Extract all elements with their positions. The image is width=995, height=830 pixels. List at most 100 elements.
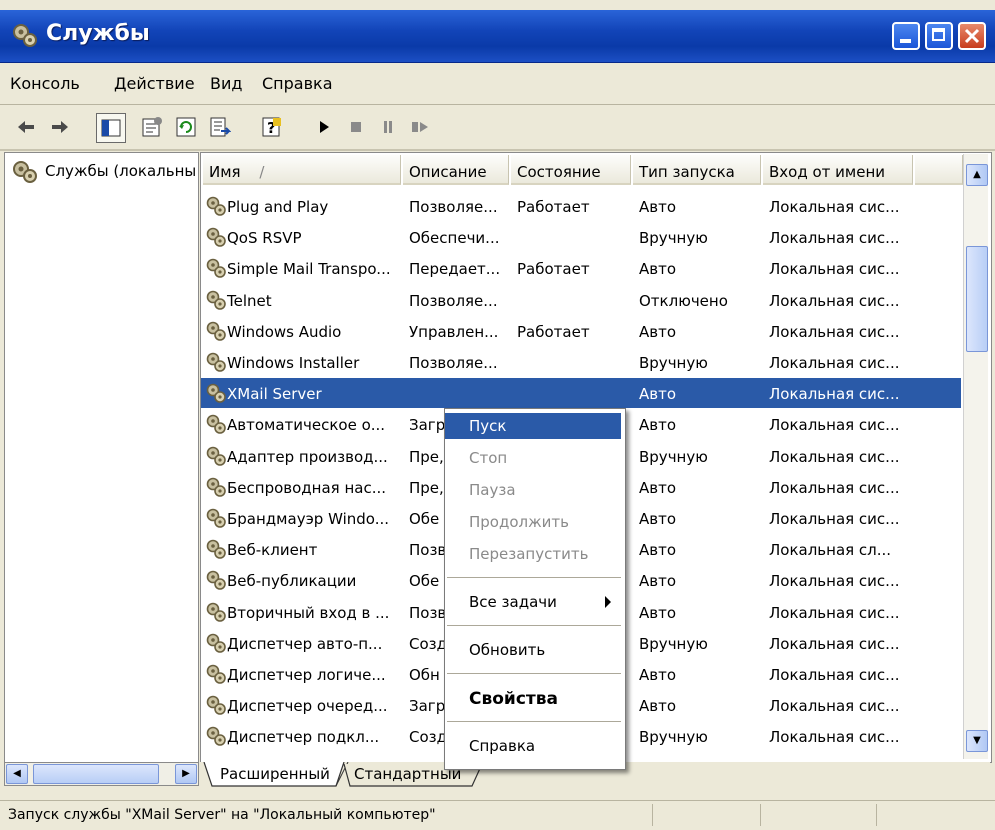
cell-logon: Локальная сис... (769, 697, 900, 716)
menu-help[interactable]: Справка (262, 74, 333, 93)
cell-startup: Отключено (639, 291, 728, 310)
column-header-label: Тип запуска (639, 163, 735, 181)
ctx-label: Обновить (469, 641, 546, 659)
ctx-restart[interactable]: Перезапустить (445, 541, 621, 567)
column-header-state[interactable]: Состояние (511, 155, 631, 185)
service-gear-icon (205, 351, 227, 377)
cell-name: Диспетчер подкл... (227, 728, 380, 747)
ctx-label: Свойства (469, 689, 558, 709)
table-row[interactable]: XMail Server Авто Локальная сис... (201, 378, 961, 409)
cell-name: Вторичный вход в ... (227, 603, 390, 622)
forward-button[interactable] (46, 113, 74, 141)
start-service-icon (320, 121, 329, 133)
refresh-button[interactable] (172, 113, 200, 141)
ctx-pause[interactable]: Пауза (445, 477, 621, 503)
cell-startup: Авто (639, 416, 677, 435)
scroll-up-button[interactable]: ▲ (966, 164, 988, 186)
cell-startup: Авто (639, 322, 677, 341)
table-row[interactable]: Simple Mail Transpo... Передает... Работае… (201, 253, 961, 283)
column-header-label: Состояние (517, 163, 601, 181)
toolbar: ? (0, 105, 995, 151)
close-button[interactable] (958, 22, 986, 50)
column-header-filler (915, 155, 963, 185)
back-button[interactable] (12, 113, 40, 141)
table-row[interactable]: QoS RSVP Обеспечи... Вручную Локальная сис.… (201, 222, 961, 252)
cell-state: Работает (517, 260, 590, 279)
scroll-thumb[interactable] (966, 246, 988, 352)
sort-indicator-icon: / (259, 163, 265, 181)
title-bar[interactable]: Службы (0, 10, 995, 63)
ctx-start[interactable]: Пуск (445, 413, 621, 439)
console-tree: Службы (локальны (4, 152, 199, 763)
cell-logon: Локальная сис... (769, 510, 900, 528)
properties-button[interactable] (138, 113, 166, 141)
cell-description: Загр (409, 697, 446, 716)
cell-startup: Авто (639, 541, 677, 560)
column-header-label: Вход от имени (769, 163, 886, 181)
service-gear-icon (205, 445, 227, 471)
export-list-button[interactable] (206, 113, 234, 141)
table-row[interactable]: Windows Installer Позволяе... Вручную Локал… (201, 347, 961, 377)
minimize-button[interactable] (892, 22, 920, 50)
tree-horizontal-scrollbar[interactable]: ◀ ▶ (4, 762, 199, 786)
window-title: Службы (46, 21, 150, 46)
list-vertical-scrollbar[interactable]: ▲ ▼ (963, 154, 988, 759)
cell-name: Plug and Play (227, 198, 329, 216)
service-gear-icon (205, 413, 227, 439)
table-row[interactable]: Windows Audio Управлен... Работает Авто Лока… (201, 316, 961, 346)
ctx-properties[interactable]: Свойства (445, 685, 621, 711)
scroll-right-button[interactable]: ▶ (175, 764, 197, 784)
cell-logon: Локальная сис... (769, 291, 900, 310)
help-button[interactable]: ? (258, 113, 286, 141)
cell-logon: Локальная сис... (769, 728, 900, 747)
column-header-logon[interactable]: Вход от имени (763, 155, 913, 185)
start-service-button[interactable] (310, 113, 338, 141)
column-header-name[interactable]: Имя / (203, 155, 401, 185)
ctx-resume[interactable]: Продолжить (445, 509, 621, 535)
scroll-thumb[interactable] (33, 764, 159, 784)
show-hide-tree-button[interactable] (96, 113, 126, 143)
cell-name: Диспетчер авто-п... (227, 634, 383, 653)
menu-action[interactable]: Действие (114, 74, 195, 93)
cell-description: Обеспечи... (409, 229, 500, 248)
pause-service-button[interactable] (374, 113, 402, 141)
service-gear-icon (205, 257, 227, 283)
stop-service-button[interactable] (342, 113, 370, 141)
scroll-left-button[interactable]: ◀ (6, 764, 28, 784)
menu-view[interactable]: Вид (210, 74, 242, 93)
cell-description: Созд (409, 728, 447, 747)
ctx-separator (447, 625, 621, 626)
status-divider (876, 804, 877, 826)
table-row[interactable]: Telnet Позволяе... Отключено Локальная сис.… (201, 285, 961, 315)
ctx-label: Стоп (469, 449, 508, 467)
ctx-separator (447, 673, 621, 674)
ctx-help[interactable]: Справка (445, 733, 621, 759)
ctx-label: Продолжить (469, 513, 569, 531)
ctx-label: Пауза (469, 481, 516, 499)
cell-name: Telnet (227, 291, 272, 310)
restart-service-button[interactable] (406, 113, 434, 141)
tree-item-label: Службы (локальны (45, 162, 197, 180)
ctx-all-tasks[interactable]: Все задачи (445, 589, 621, 615)
close-icon (964, 28, 980, 44)
ctx-stop[interactable]: Стоп (445, 445, 621, 471)
cell-name: QoS RSVP (227, 229, 302, 248)
scroll-down-button[interactable]: ▼ (966, 730, 988, 752)
show-hide-tree-icon (101, 119, 121, 137)
cell-description: Позволяе... (409, 354, 498, 372)
table-row[interactable]: Plug and Play Позволяе... Работает Авто Лока… (201, 191, 961, 221)
cell-startup: Авто (639, 510, 677, 528)
cell-startup: Авто (639, 260, 677, 279)
menu-console[interactable]: Консоль (10, 74, 80, 93)
ctx-refresh[interactable]: Обновить (445, 637, 621, 663)
column-header-description[interactable]: Описание (403, 155, 509, 185)
forward-arrow-icon (52, 121, 68, 133)
cell-logon: Локальная сис... (769, 447, 900, 466)
column-header-startup-type[interactable]: Тип запуска (633, 155, 761, 185)
cell-description: Пре, (409, 478, 444, 497)
cell-name: Беспроводная нас... (227, 478, 387, 497)
tab-extended[interactable]: Расширенный (220, 762, 330, 786)
cell-description: Обе (409, 510, 440, 528)
pause-service-icon (384, 121, 392, 133)
maximize-button[interactable] (925, 22, 953, 50)
